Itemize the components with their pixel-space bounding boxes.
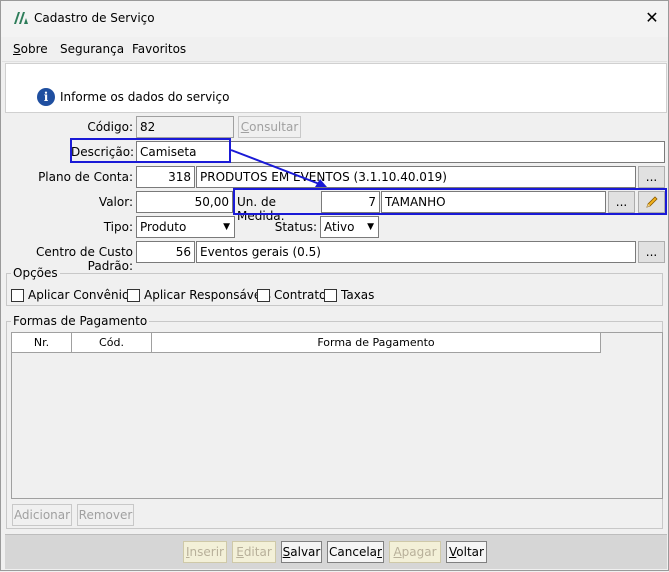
valor-label: Valor:	[98, 195, 133, 209]
voltar-button[interactable]: Voltar	[446, 541, 487, 563]
plano-code-field[interactable]: 318	[136, 166, 195, 188]
centro-name-field: Eventos gerais (0.5)	[196, 241, 636, 263]
codigo-field: 82	[136, 116, 234, 138]
opcoes-title: Opções	[11, 266, 60, 280]
plano-search-button[interactable]: ...	[638, 166, 665, 188]
centro-code-field[interactable]: 56	[136, 241, 195, 263]
annotation-box-descricao	[70, 138, 231, 163]
editar-button[interactable]: Editar	[232, 541, 276, 563]
checkbox-label: Contrato	[274, 288, 327, 302]
salvar-button[interactable]: Salvar	[281, 541, 322, 563]
column-header-cod[interactable]: Cód.	[72, 333, 152, 353]
column-header-forma[interactable]: Forma de Pagamento	[152, 333, 601, 353]
checkbox-label: Taxas	[341, 288, 375, 302]
plano-label: Plano de Conta:	[38, 170, 133, 184]
title-bar: Cadastro de Serviço ✕	[1, 1, 668, 37]
header-text: Informe os dados do serviço	[60, 90, 230, 104]
close-icon: ✕	[645, 8, 659, 27]
remover-button[interactable]: Remover	[77, 504, 134, 526]
menu-sobre[interactable]: Sobre	[13, 42, 48, 56]
apagar-button[interactable]: Apagar	[389, 541, 441, 563]
codigo-label: Código:	[87, 120, 133, 134]
status-select[interactable]: Ativo ▼	[320, 216, 379, 238]
plano-name-field: PRODUTOS EM EVENTOS (3.1.10.40.019)	[196, 166, 636, 188]
status-value: Ativo	[324, 220, 355, 234]
checkbox-label: Aplicar Responsáveis	[144, 288, 271, 302]
app-logo-icon	[14, 12, 28, 24]
valor-field[interactable]: 50,00	[136, 191, 233, 213]
consultar-button[interactable]: Consultar	[238, 116, 301, 138]
window-title: Cadastro de Serviço	[34, 11, 155, 25]
footer-bar: Inserir Editar Salvar Cancelar Apagar Vo…	[5, 534, 667, 569]
aplicar-convenios-checkbox[interactable]: Aplicar Convênios	[11, 288, 136, 302]
info-icon: i	[37, 88, 55, 106]
pagamento-title: Formas de Pagamento	[11, 314, 150, 328]
contrato-checkbox[interactable]: Contrato	[257, 288, 326, 302]
close-button[interactable]: ✕	[641, 7, 663, 29]
inserir-button[interactable]: Inserir	[183, 541, 227, 563]
status-label: Status:	[274, 220, 317, 234]
cancelar-button[interactable]: Cancelar	[327, 541, 384, 563]
tipo-label: Tipo:	[103, 220, 133, 234]
aplicar-responsaveis-checkbox[interactable]: Aplicar Responsáveis	[127, 288, 271, 302]
dialog-window: Cadastro de Serviço ✕ Sobre Segurança Fa…	[0, 0, 669, 571]
chevron-down-icon: ▼	[223, 222, 230, 232]
checkbox-label: Aplicar Convênios	[28, 288, 136, 302]
tipo-value: Produto	[140, 220, 187, 234]
tipo-select[interactable]: Produto ▼	[136, 216, 235, 238]
chevron-down-icon: ▼	[367, 222, 374, 232]
column-header-nr[interactable]: Nr.	[12, 333, 72, 353]
annotation-box-unidade	[233, 188, 667, 215]
checkbox-box[interactable]	[257, 288, 270, 302]
menu-seguranca[interactable]: Segurança	[60, 42, 124, 56]
menu-favoritos[interactable]: Favoritos	[132, 42, 186, 56]
checkbox-box[interactable]	[127, 288, 140, 302]
centro-search-button[interactable]: ...	[638, 241, 665, 263]
checkbox-box[interactable]	[324, 288, 337, 302]
taxas-checkbox[interactable]: Taxas	[324, 288, 374, 302]
adicionar-button[interactable]: Adicionar	[12, 504, 72, 526]
header-panel: i Informe os dados do serviço	[5, 63, 667, 113]
checkbox-box[interactable]	[11, 288, 24, 302]
pagamento-grid[interactable]: Nr. Cód. Forma de Pagamento	[11, 332, 663, 499]
menu-bar: Sobre Segurança Favoritos	[2, 38, 667, 62]
